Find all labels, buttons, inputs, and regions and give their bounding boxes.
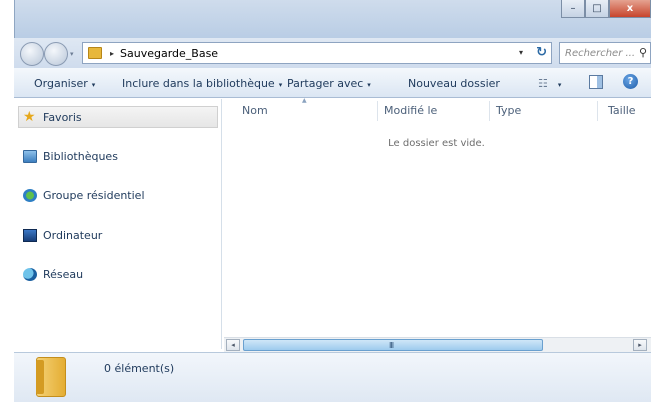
chevron-down-icon: ▾: [367, 81, 371, 89]
explorer-window: – □ x ▾ ▸ Sauvegarde_Base ▾ ↻ Rechercher…: [0, 0, 651, 402]
column-divider[interactable]: [597, 101, 598, 121]
empty-folder-message: Le dossier est vide.: [388, 138, 485, 149]
desktop-edge: [0, 0, 14, 402]
column-header-label: Type: [496, 104, 522, 117]
search-input[interactable]: Rechercher ...: [565, 48, 635, 59]
scroll-right-button[interactable]: ▸: [633, 339, 647, 351]
help-icon[interactable]: ?: [623, 74, 638, 89]
column-header-label: Modifié le: [384, 104, 438, 117]
sidebar-item-favoris[interactable]: ★ Favoris: [18, 106, 218, 128]
column-header-type[interactable]: Type: [496, 104, 521, 117]
organize-menu-button[interactable]: Organiser ▾: [34, 77, 95, 90]
sort-ascending-icon: ▲: [302, 97, 307, 104]
sidebar-item-groupe-residentiel[interactable]: Groupe résidentiel: [18, 184, 218, 206]
new-folder-button[interactable]: Nouveau dossier: [408, 77, 500, 90]
views-icon: ☷: [538, 77, 548, 90]
forward-button[interactable]: [44, 42, 68, 66]
details-pane: 0 élément(s): [14, 352, 651, 402]
column-divider[interactable]: [489, 101, 490, 121]
folder-icon: [88, 47, 102, 59]
recent-pages-dropdown-icon[interactable]: ▾: [70, 50, 74, 58]
title-bar[interactable]: – □ x: [14, 0, 651, 38]
libraries-icon: [23, 149, 37, 163]
search-icon[interactable]: ⚲: [639, 46, 647, 59]
sidebar-item-label: Réseau: [43, 267, 84, 281]
sidebar-item-label: Favoris: [43, 110, 82, 124]
navigation-bar: ▾ ▸ Sauvegarde_Base ▾ ↻ Rechercher ... ⚲: [14, 38, 651, 68]
scrollbar-grip-icon: III: [389, 341, 394, 350]
sidebar-item-bibliotheques[interactable]: Bibliothèques: [18, 145, 218, 167]
address-dropdown-icon[interactable]: ▾: [519, 48, 523, 57]
back-button[interactable]: [20, 42, 44, 66]
column-divider[interactable]: [377, 101, 378, 121]
breadcrumb-separator-icon[interactable]: ▸: [110, 49, 114, 58]
horizontal-scrollbar[interactable]: ◂ III ▸: [224, 337, 651, 352]
breadcrumb-current-folder[interactable]: Sauvegarde_Base: [120, 47, 218, 60]
minimize-button[interactable]: –: [561, 0, 585, 18]
column-header-label: Taille: [608, 104, 636, 117]
column-header-modified[interactable]: Modifié le: [384, 104, 437, 117]
share-label: Partager avec: [287, 77, 364, 90]
new-folder-label: Nouveau dossier: [408, 77, 500, 90]
item-count-text: 0 élément(s): [104, 362, 175, 375]
window-controls: – □ x: [561, 0, 651, 18]
maximize-button[interactable]: □: [585, 0, 609, 18]
computer-icon: [23, 228, 37, 242]
sidebar-item-label: Bibliothèques: [43, 149, 118, 163]
sidebar-item-label: Groupe résidentiel: [43, 188, 145, 202]
column-header-label: Nom: [242, 104, 268, 117]
column-header-size[interactable]: Taille: [608, 104, 636, 117]
scrollbar-thumb[interactable]: III: [243, 339, 543, 351]
folder-icon: [36, 357, 66, 397]
address-bar[interactable]: ▸ Sauvegarde_Base ▾ ↻: [82, 42, 552, 64]
share-with-button[interactable]: Partager avec ▾: [287, 77, 371, 90]
homegroup-icon: [23, 188, 37, 202]
sidebar-item-reseau[interactable]: Réseau: [18, 263, 218, 285]
include-label: Inclure dans la bibliothèque: [122, 77, 275, 90]
close-button[interactable]: x: [609, 0, 651, 18]
scroll-left-button[interactable]: ◂: [226, 339, 240, 351]
command-bar: Organiser ▾ Inclure dans la bibliothèque ▾…: [14, 68, 651, 98]
include-in-library-button[interactable]: Inclure dans la bibliothèque ▾: [122, 77, 282, 90]
chevron-down-icon: ▾: [91, 81, 96, 89]
column-header-name[interactable]: Nom: [242, 104, 268, 117]
navigation-pane: ★ Favoris Bibliothèques Groupe résidenti…: [14, 99, 222, 349]
refresh-icon[interactable]: ↻: [536, 45, 547, 60]
chevron-down-icon: ▾: [557, 81, 562, 89]
star-icon: ★: [23, 108, 36, 125]
sidebar-item-ordinateur[interactable]: Ordinateur: [18, 224, 218, 246]
organize-label: Organiser: [34, 77, 88, 90]
search-box[interactable]: Rechercher ... ⚲: [559, 42, 651, 64]
file-list[interactable]: Nom ▲ Modifié le Type Taille Le dossier …: [222, 97, 651, 349]
preview-pane-icon[interactable]: [589, 75, 603, 89]
change-view-button[interactable]: ☷ ▾: [538, 77, 561, 90]
sidebar-item-label: Ordinateur: [43, 228, 103, 242]
chevron-down-icon: ▾: [278, 81, 283, 89]
network-icon: [23, 267, 37, 281]
